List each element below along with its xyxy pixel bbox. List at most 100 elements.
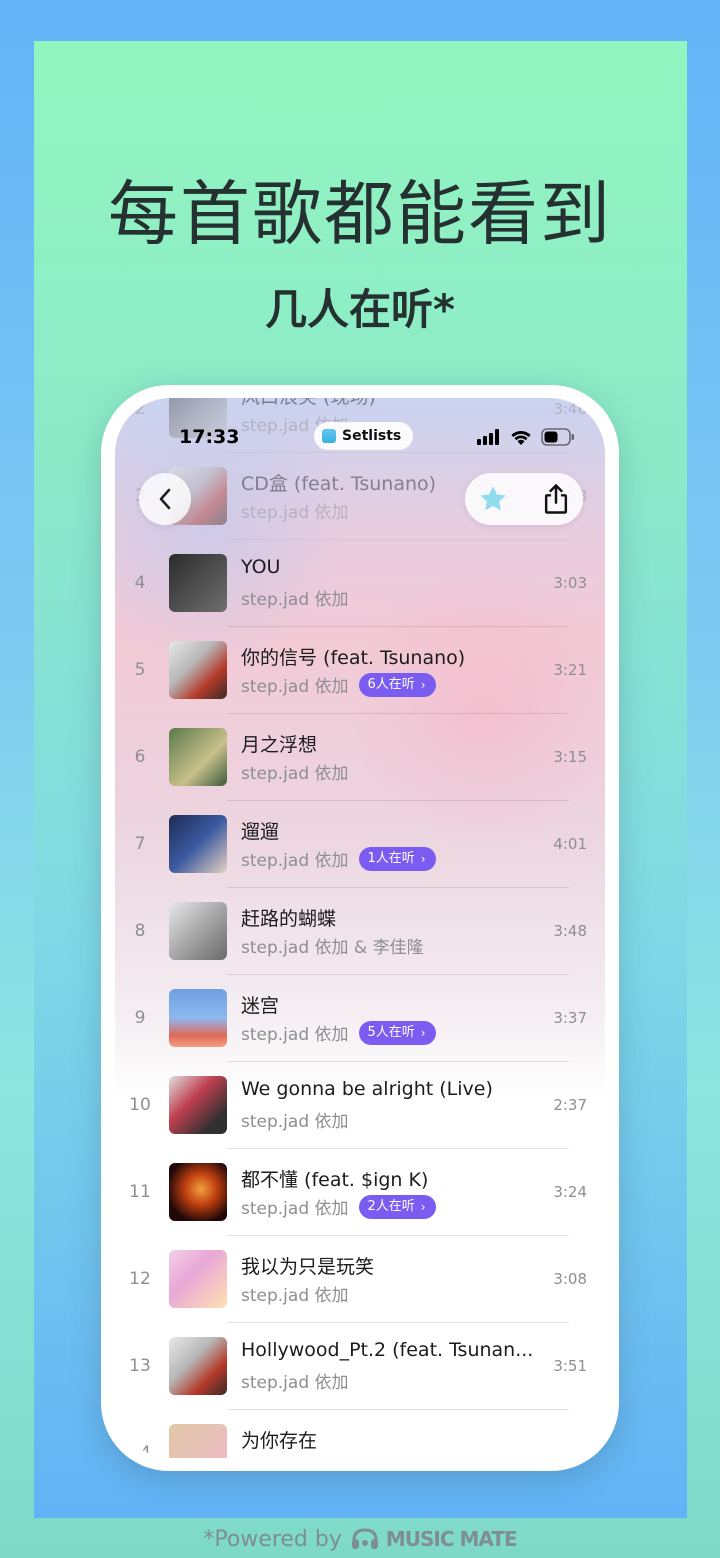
album-art xyxy=(169,815,227,873)
track-title: Hollywood_Pt.2 (feat. Tsunan... xyxy=(241,1339,534,1361)
listeners-badge[interactable]: 5人在听 › xyxy=(358,1020,436,1045)
track-title: 迷宫 xyxy=(241,995,280,1017)
listeners-badge-label: 5人在听 xyxy=(367,1024,415,1040)
chevron-right-icon: › xyxy=(420,677,426,692)
track-artist: step.jad 依加 xyxy=(241,1025,349,1045)
track-artist: step.jad 依加 xyxy=(241,590,349,610)
track-number: 14 xyxy=(129,1443,151,1458)
track-number: 4 xyxy=(134,573,146,593)
footer-brand: MUSIC MATE xyxy=(385,1527,518,1551)
track-artist: step.jad 依加 xyxy=(241,1373,349,1393)
track-row[interactable]: 13 Hollywood_Pt.2 (feat. Tsunan... step.ja… xyxy=(115,1323,605,1410)
listeners-badge[interactable]: 1人在听 › xyxy=(358,846,436,871)
track-artist-line: step.jad 依加 6人在听 › xyxy=(241,672,436,697)
promo-subhead: 几人在听* xyxy=(265,285,455,334)
status-time: 17:33 xyxy=(179,426,240,448)
track-number: 7 xyxy=(134,834,146,854)
listeners-badge[interactable]: 6人在听 › xyxy=(358,672,436,697)
system-icons xyxy=(477,428,575,446)
app-pill[interactable]: Setlists xyxy=(314,422,414,450)
track-title: 为你存在 xyxy=(241,1430,318,1452)
chevron-right-icon: › xyxy=(420,851,426,866)
track-row[interactable]: 6 月之浮想 step.jad 依加 3:15 xyxy=(115,714,605,801)
track-title: 你的信号 (feat. Tsunano) xyxy=(241,647,466,669)
track-row[interactable]: 5 你的信号 (feat. Tsunano) step.jad 依加 6人在听 › 3:2… xyxy=(115,627,605,714)
track-title: YOU xyxy=(241,556,281,578)
powered-by-footer: *Powered by MUSIC MATE xyxy=(0,1520,720,1558)
track-artist-line: step.jad 依加 & 李佳隆 xyxy=(241,933,424,958)
phone-frame: 2风口浪尖 (现场)step.jad 依加3:463CD盒 (feat. Tsu… xyxy=(101,385,619,1471)
track-artist: step.jad 依加 & 李佳隆 xyxy=(241,938,424,958)
app-pill-label: Setlists xyxy=(342,428,402,444)
star-icon xyxy=(480,486,506,511)
album-art xyxy=(169,554,227,612)
share-button[interactable] xyxy=(541,483,571,519)
album-art xyxy=(169,1076,227,1134)
album-art xyxy=(169,1337,227,1395)
track-artist: step.jad 依加 xyxy=(241,1199,349,1219)
track-duration: 3:37 xyxy=(553,1009,587,1027)
cellular-signal-icon xyxy=(477,429,499,445)
track-row[interactable]: 10 We gonna be alright (Live) step.jad 依加 2… xyxy=(115,1062,605,1149)
battery-icon xyxy=(541,428,574,446)
album-art xyxy=(169,1250,227,1308)
album-art xyxy=(169,1424,227,1458)
track-number: 12 xyxy=(129,1269,151,1289)
track-row[interactable]: 9 迷宫 step.jad 依加 5人在听 › 3:37 xyxy=(115,975,605,1062)
track-artist-line: step.jad 依加 xyxy=(241,759,349,784)
listeners-badge-label: 6人在听 xyxy=(367,676,415,692)
track-artist: step.jad 依加 xyxy=(241,677,349,697)
track-duration: 3:15 xyxy=(553,748,587,766)
album-art xyxy=(169,1163,227,1221)
track-number: 8 xyxy=(134,921,146,941)
favorite-button[interactable] xyxy=(477,483,509,519)
track-artist-line: step.jad 依加 2人在听 › xyxy=(241,1194,436,1219)
track-row[interactable]: 4 YOU step.jad 依加 3:03 xyxy=(115,540,605,627)
track-number: 10 xyxy=(129,1095,151,1115)
track-number: 9 xyxy=(134,1008,146,1028)
music-mate-logo-icon xyxy=(351,1528,378,1549)
track-artist: step.jad 依加 xyxy=(241,764,349,784)
track-title: 月之浮想 xyxy=(241,734,318,756)
track-duration: 3:03 xyxy=(553,574,587,592)
album-art xyxy=(169,989,227,1047)
phone-screen: 2风口浪尖 (现场)step.jad 依加3:463CD盒 (feat. Tsu… xyxy=(115,398,605,1458)
track-title: 都不懂 (feat. $ign K) xyxy=(241,1169,429,1191)
track-duration: 4:01 xyxy=(553,835,587,853)
track-artist-line: step.jad 依加 xyxy=(241,1107,349,1132)
track-artist: step.jad 依加 xyxy=(241,1286,349,1306)
album-art xyxy=(169,641,227,699)
track-title: CD盒 (feat. Tsunano) xyxy=(241,473,437,495)
track-duration: 3:48 xyxy=(553,922,587,940)
track-number: 13 xyxy=(129,1356,151,1376)
track-artist-line: step.jad 依加 xyxy=(241,498,349,523)
track-duration: 3:24 xyxy=(553,1183,587,1201)
track-title: We gonna be alright (Live) xyxy=(241,1078,493,1100)
track-row[interactable]: 12 我以为只是玩笑 step.jad 依加 3:08 xyxy=(115,1236,605,1323)
chevron-left-icon xyxy=(159,488,171,510)
track-artist: step.jad 依加 xyxy=(241,503,349,523)
track-row[interactable]: 7 遛遛 step.jad 依加 1人在听 › 4:01 xyxy=(115,801,605,888)
track-duration: 3:51 xyxy=(553,1357,587,1375)
track-title: 我以为只是玩笑 xyxy=(241,1256,375,1278)
listeners-badge-label: 1人在听 xyxy=(367,850,415,866)
status-bar: 17:33 Setlists xyxy=(115,398,605,450)
track-artist-line: step.jad 依加 5人在听 › xyxy=(241,1020,436,1045)
promo-headline: 每首歌都能看到 xyxy=(108,173,612,255)
nav-actions-group xyxy=(465,473,583,525)
track-artist: step.jad 依加 xyxy=(241,851,349,871)
track-row[interactable]: 8 赶路的蝴蝶 step.jad 依加 & 李佳隆 3:48 xyxy=(115,888,605,975)
back-button[interactable] xyxy=(139,473,191,525)
track-number: 11 xyxy=(129,1182,151,1202)
album-art xyxy=(169,728,227,786)
track-title: 遛遛 xyxy=(241,821,280,843)
track-number: 5 xyxy=(134,660,146,680)
chevron-right-icon: › xyxy=(420,1199,426,1214)
wifi-icon xyxy=(511,430,531,445)
listeners-badge-label: 2人在听 xyxy=(367,1198,415,1214)
track-row[interactable]: 11 都不懂 (feat. $ign K) step.jad 依加 2人在听 › 3:24 xyxy=(115,1149,605,1236)
footer-prefix: *Powered by xyxy=(203,1526,342,1552)
setlists-app-icon xyxy=(322,429,336,443)
track-row[interactable]: 14 为你存在 xyxy=(115,1410,605,1458)
listeners-badge[interactable]: 2人在听 › xyxy=(358,1194,436,1219)
